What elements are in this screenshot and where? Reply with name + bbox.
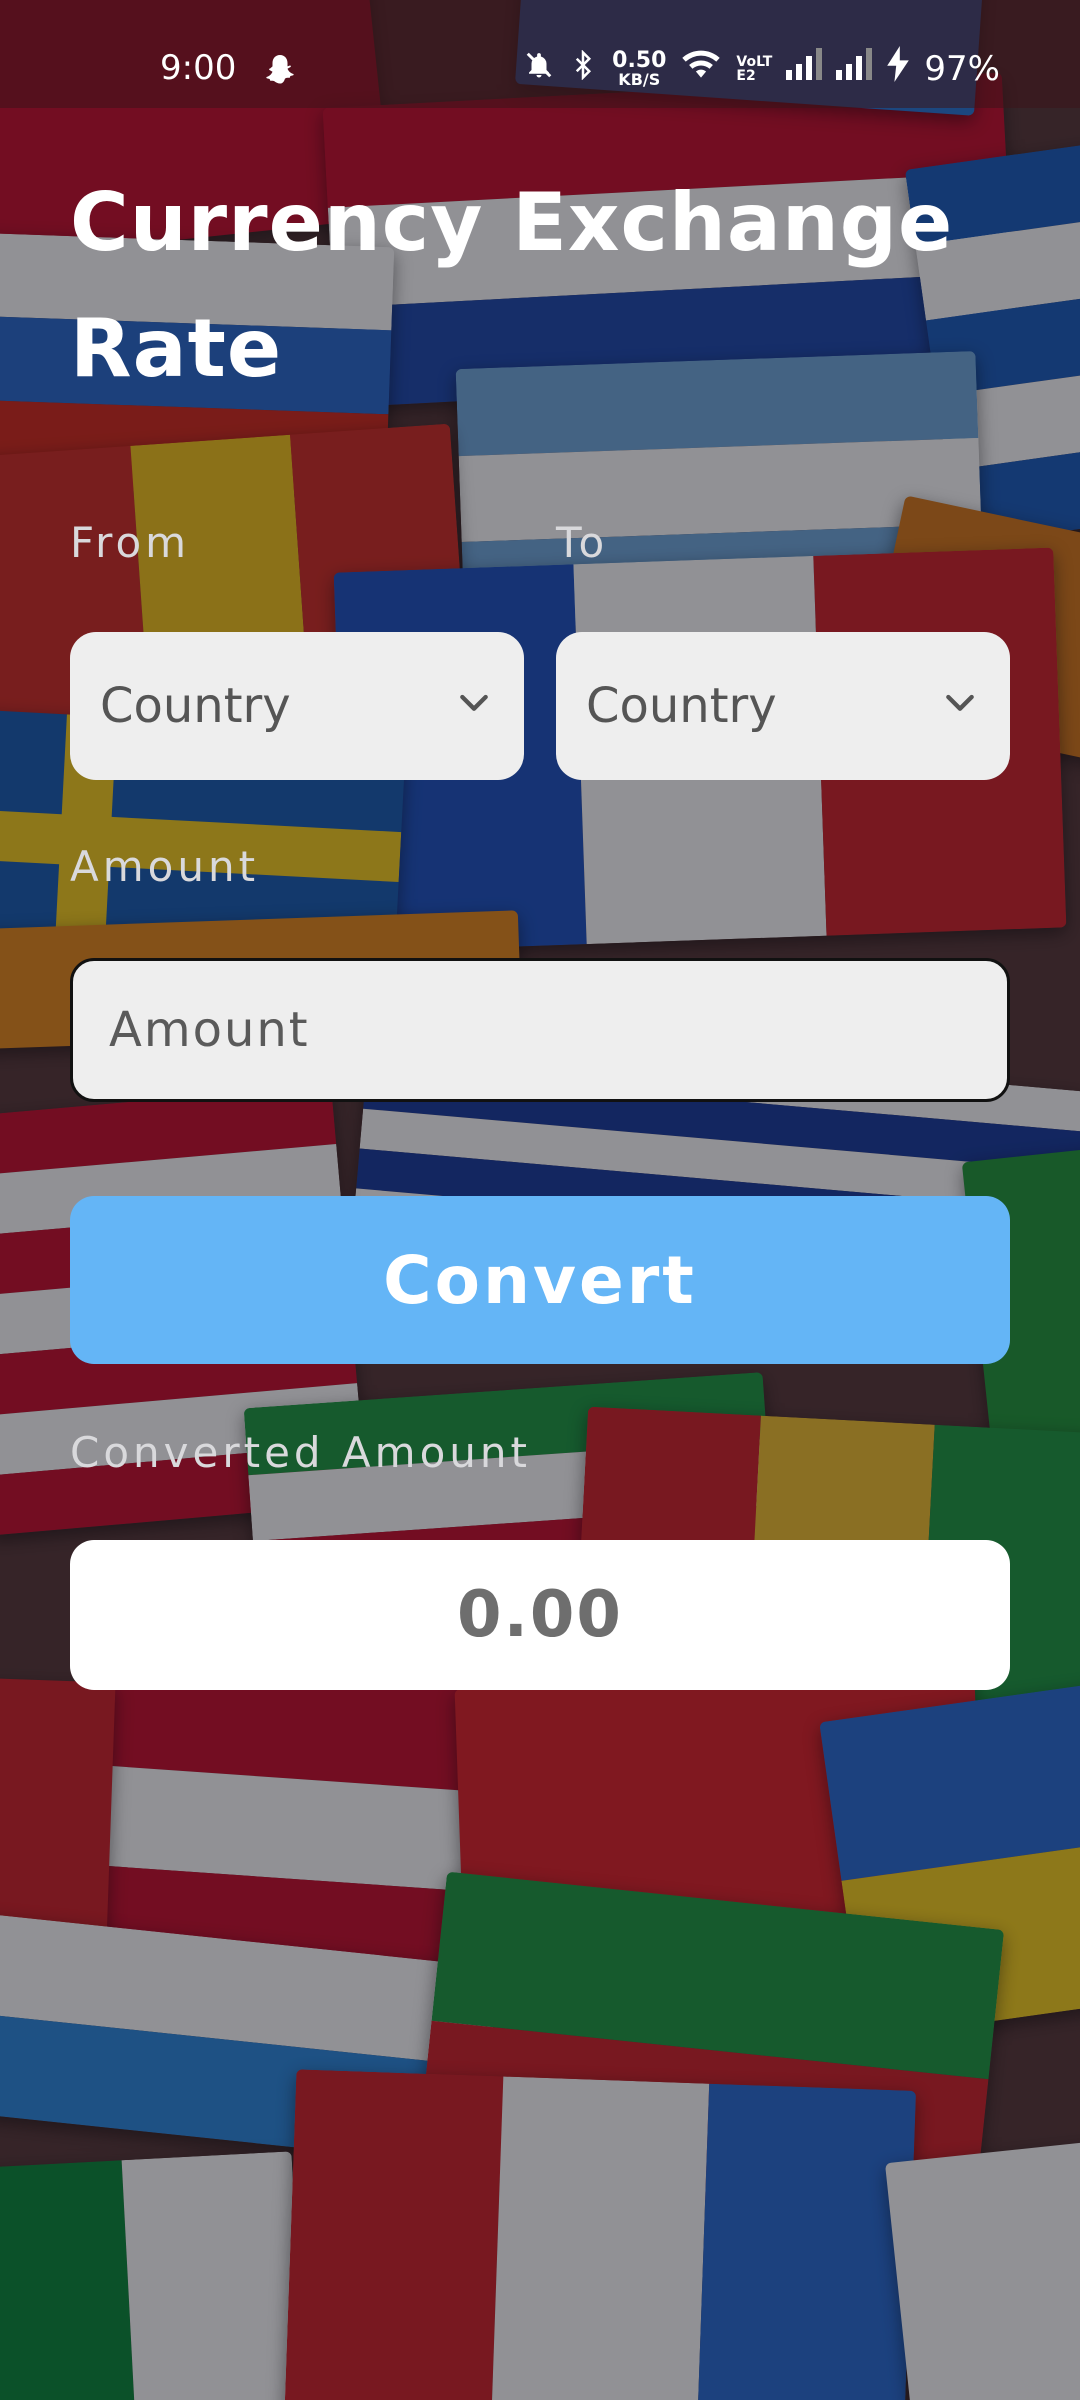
amount-input[interactable] — [107, 1001, 973, 1059]
snapchat-ghost-icon — [262, 52, 298, 97]
to-label: To — [556, 518, 609, 567]
speed-value: 0.50 — [612, 47, 667, 73]
status-time: 9:00 — [160, 48, 237, 88]
from-country-select[interactable]: Country — [70, 632, 524, 780]
volte-label: VoLTE2 — [736, 53, 773, 84]
chevron-down-icon — [454, 678, 494, 734]
amount-label: Amount — [70, 842, 260, 891]
converted-amount-value: 0.00 — [457, 1578, 623, 1652]
to-country-select[interactable]: Country — [556, 632, 1010, 780]
amount-field[interactable] — [70, 958, 1010, 1102]
network-speed: 0.50 KB/S — [612, 47, 667, 89]
page-title: Currency Exchange Rate — [70, 176, 954, 395]
to-country-value: Country — [586, 678, 777, 734]
from-label: From — [70, 518, 191, 567]
bluetooth-icon — [568, 49, 598, 89]
converted-amount-label: Converted Amount — [70, 1428, 531, 1477]
wifi-icon — [680, 47, 722, 90]
signal-icon — [836, 48, 873, 89]
from-country-value: Country — [100, 678, 291, 734]
charging-icon — [886, 46, 910, 91]
convert-button[interactable]: Convert — [70, 1196, 1010, 1364]
speed-unit: KB/S — [618, 69, 661, 89]
signal-icon — [786, 48, 823, 89]
chevron-down-icon — [940, 678, 980, 734]
status-bar: 9:00 0.50 KB/S VoLTE2 97% — [0, 0, 1080, 108]
mute-bell-icon — [524, 49, 554, 89]
battery-percent: 97% — [924, 48, 1000, 89]
converted-amount-display: 0.00 — [70, 1540, 1010, 1690]
